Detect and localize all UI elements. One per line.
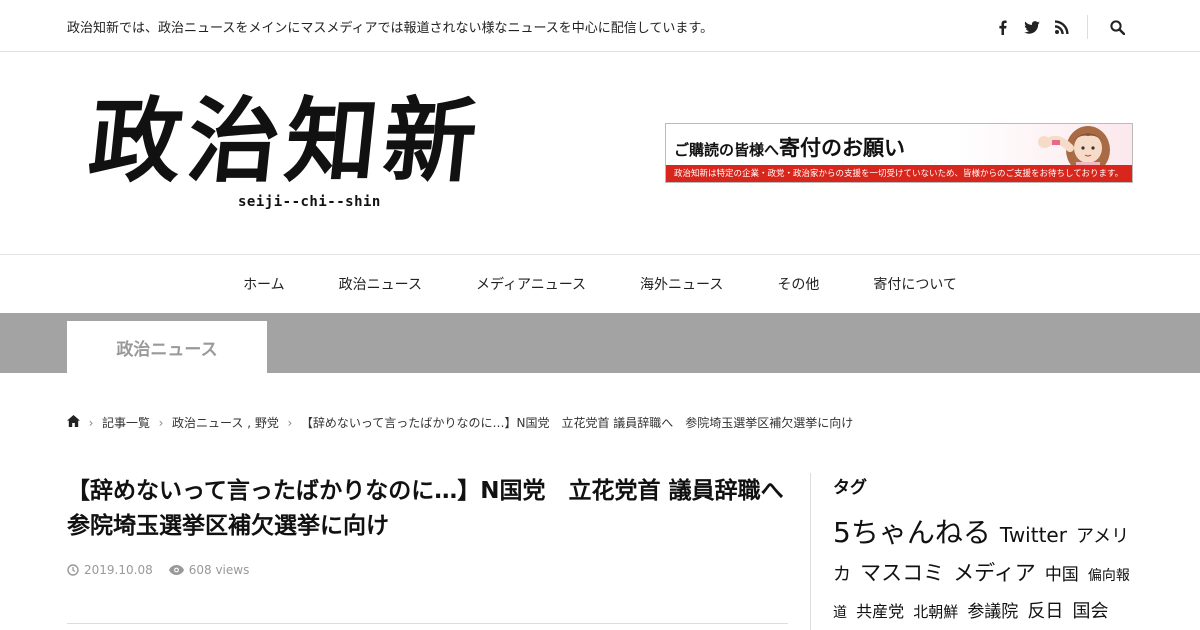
banner-footer: 政治知新は特定の企業・政党・政治家からの支援を一切受けていないため、皆様からのご…: [666, 165, 1132, 182]
nav-item-media-news[interactable]: メディアニュース: [476, 274, 586, 294]
breadcrumb-item-category[interactable]: 政治ニュース , 野党: [172, 414, 279, 431]
article-meta: 2019.10.08 608 views: [67, 563, 265, 577]
home-icon[interactable]: [67, 415, 80, 430]
banner-title: ご購読の皆様へ寄付のお願い: [674, 135, 906, 160]
top-bar: 政治知新では、政治ニュースをメインにマスメディアでは報道されない様なニュースを中…: [0, 0, 1200, 52]
nav-item-world-news[interactable]: 海外ニュース: [640, 274, 723, 294]
nav-item-donation[interactable]: 寄付について: [873, 274, 957, 294]
article-views: 608 views: [188, 563, 250, 577]
clock-icon: [67, 564, 79, 576]
donation-banner[interactable]: ご購読の皆様へ寄付のお願い 政治知新は特定の企業・政党・政治家からの支援を一切受…: [665, 123, 1133, 183]
tag-link[interactable]: 5ちゃんねる: [833, 516, 991, 549]
illustration-icon: [1038, 126, 1110, 165]
twitter-icon[interactable]: [1017, 16, 1047, 38]
tag-link[interactable]: 北朝鮮: [913, 603, 958, 621]
site-description: 政治知新では、政治ニュースをメインにマスメディアでは報道されない様なニュースを中…: [67, 21, 714, 36]
search-icon[interactable]: [1102, 16, 1132, 38]
category-band: 政治ニュース: [0, 313, 1200, 373]
logo-text: 政治知新: [84, 87, 488, 195]
tag-link[interactable]: 中国: [1045, 565, 1079, 585]
article-date: 2019.10.08: [84, 563, 153, 577]
nav-item-home[interactable]: ホーム: [243, 274, 285, 294]
divider: [67, 623, 788, 624]
sidebar-heading: タグ: [833, 478, 867, 498]
divider: [1087, 15, 1088, 39]
tag-link[interactable]: 反日: [1027, 601, 1063, 622]
eye-icon: [168, 565, 184, 575]
sidebar-divider: [810, 473, 811, 630]
tag-link[interactable]: メディア: [953, 561, 1036, 585]
site-logo[interactable]: 政治知新 seiji--chi--shin: [84, 86, 510, 216]
breadcrumb-item-articles[interactable]: 記事一覧: [102, 414, 150, 431]
rss-icon[interactable]: [1047, 16, 1077, 38]
site-header: 政治知新 seiji--chi--shin ご購読の皆様へ寄付のお願い 政治知新…: [0, 52, 1200, 255]
chevron-right-icon: ›: [88, 415, 94, 430]
main-nav: ホーム 政治ニュース メディアニュース 海外ニュース その他 寄付について: [0, 255, 1200, 313]
category-label: 政治ニュース: [67, 321, 267, 373]
nav-item-other[interactable]: その他: [777, 274, 819, 294]
tag-cloud: 5ちゃんねる Twitter アメリカ マスコミ メディア 中国 偏向報道 共産…: [833, 515, 1133, 630]
facebook-icon[interactable]: [987, 16, 1017, 38]
logo-subtitle: seiji--chi--shin: [238, 194, 381, 210]
tag-link[interactable]: 参議院: [967, 602, 1018, 622]
tag-link[interactable]: 共産党: [856, 602, 904, 621]
tag-link[interactable]: 国会: [1073, 601, 1109, 622]
article-title: 【辞めないって言ったばかりなのに…】N国党 立花党首 議員辞職へ 参院埼玉選挙区…: [67, 478, 807, 539]
chevron-right-icon: ›: [287, 415, 293, 430]
breadcrumb: › 記事一覧 › 政治ニュース , 野党 › 【辞めないって言ったばかりなのに……: [67, 414, 853, 431]
chevron-right-icon: ›: [158, 415, 164, 430]
tag-link[interactable]: マスコミ: [860, 561, 944, 585]
tag-link[interactable]: Twitter: [1000, 523, 1067, 547]
nav-item-politics-news[interactable]: 政治ニュース: [339, 274, 422, 294]
breadcrumb-item-current: 【辞めないって言ったばかりなのに…】N国党 立花党首 議員辞職へ 参院埼玉選挙区…: [300, 416, 854, 430]
social-icons: [987, 15, 1132, 39]
